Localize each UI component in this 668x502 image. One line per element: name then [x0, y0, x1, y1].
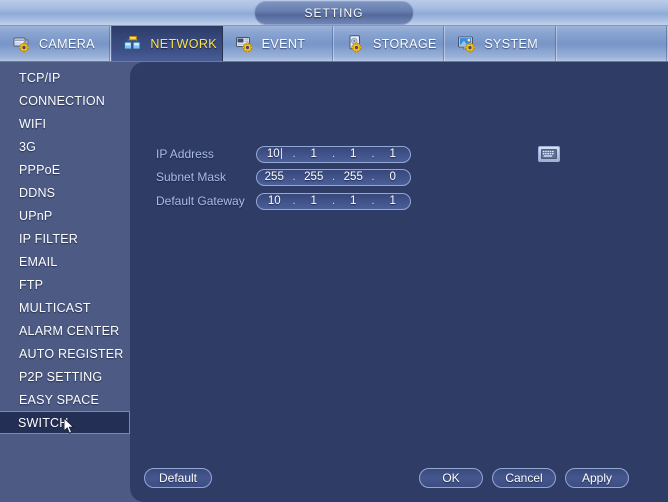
network-sidebar[interactable]: TCP/IP CONNECTION WIFI 3G PPPoE DDNS UPn… [0, 62, 130, 502]
tab-label-storage: STORAGE [372, 36, 437, 51]
tab-network[interactable]: NETWORK [111, 26, 223, 61]
keyboard-glyph [541, 149, 557, 159]
gateway-octet-1[interactable]: 10 [257, 195, 292, 207]
sidebar-item-multicast[interactable]: MULTICAST [0, 296, 130, 319]
label-subnet-mask: Subnet Mask [156, 170, 227, 184]
sidebar-item-label: MULTICAST [19, 300, 91, 315]
sidebar-item-ftp[interactable]: FTP [0, 273, 130, 296]
sidebar-item-upnp[interactable]: UPnP [0, 204, 130, 227]
gateway-octet-4[interactable]: 1 [376, 195, 411, 207]
subnet-octet-2[interactable]: 255 [297, 171, 332, 183]
tab-camera[interactable]: CAMERA [0, 26, 112, 61]
tab-system[interactable]: SYSTEM [445, 26, 557, 61]
tab-label-network: NETWORK [150, 36, 218, 51]
tab-storage[interactable]: STORAGE [334, 26, 446, 61]
sidebar-item-label: EASY SPACE [19, 392, 100, 407]
label-default-gateway: Default Gateway [156, 194, 245, 208]
sidebar-item-3g[interactable]: 3G [0, 135, 130, 158]
sidebar-item-easy-space[interactable]: EASY SPACE [0, 388, 130, 411]
sidebar-item-alarm-center[interactable]: ALARM CENTER [0, 319, 130, 342]
sidebar-item-label: P2P SETTING [19, 369, 103, 384]
ip-octet-1[interactable]: 10 [257, 148, 292, 160]
system-gear-icon [457, 34, 477, 54]
sidebar-item-label: DDNS [19, 185, 56, 200]
sidebar-item-label: UPnP [19, 208, 53, 223]
row-ip-address: IP Address 10 . 1 . 1 . 1 [156, 145, 411, 163]
sidebar-item-tcpip[interactable]: TCP/IP [0, 66, 130, 89]
sidebar-item-label: TCP/IP [19, 70, 61, 85]
sidebar-item-wifi[interactable]: WIFI [0, 112, 130, 135]
main-tab-bar[interactable]: CAMERA NETWORK EVENT STORAGE SYSTEM [0, 26, 668, 62]
sidebar-item-label: 3G [19, 139, 37, 154]
window-title: SETTING [254, 1, 414, 25]
default-gateway-input[interactable]: 10 . 1 . 1 . 1 [256, 192, 411, 210]
sidebar-item-ddns[interactable]: DDNS [0, 181, 130, 204]
ip-octet-4[interactable]: 1 [376, 148, 411, 160]
event-gear-icon [235, 34, 255, 54]
tab-label-system: SYSTEM [484, 36, 539, 51]
default-button[interactable]: Default [144, 468, 212, 488]
sidebar-item-label: CONNECTION [19, 93, 106, 108]
gateway-octet-3[interactable]: 1 [336, 195, 371, 207]
body-area: TCP/IP CONNECTION WIFI 3G PPPoE DDNS UPn… [0, 62, 668, 502]
sidebar-item-label: FTP [19, 277, 44, 292]
row-default-gateway: Default Gateway 10 . 1 . 1 . 1 [156, 192, 411, 210]
sidebar-item-email[interactable]: EMAIL [0, 250, 130, 273]
row-subnet-mask: Subnet Mask 255 . 255 . 255 . 0 [156, 168, 411, 186]
tab-empty-slot [557, 26, 668, 61]
sidebar-item-auto-register[interactable]: AUTO REGISTER [0, 342, 130, 365]
subnet-octet-4[interactable]: 0 [376, 171, 411, 183]
sidebar-item-label: ALARM CENTER [19, 323, 120, 338]
subnet-octet-3[interactable]: 255 [336, 171, 371, 183]
subnet-mask-input[interactable]: 255 . 255 . 255 . 0 [256, 168, 411, 186]
sidebar-item-pppoe[interactable]: PPPoE [0, 158, 130, 181]
sidebar-item-p2p-setting[interactable]: P2P SETTING [0, 365, 130, 388]
network-gear-icon [123, 34, 143, 54]
sidebar-item-label: EMAIL [19, 254, 58, 269]
switch-settings-panel: IP Address 10 . 1 . 1 . 1 Subnet Mask 25… [130, 62, 668, 502]
sidebar-item-label: IP FILTER [19, 231, 78, 246]
storage-gear-icon [346, 34, 366, 54]
sidebar-item-label: SWITCH [18, 415, 69, 430]
subnet-octet-1[interactable]: 255 [257, 171, 292, 183]
ip-octet-1-value: 10 [266, 148, 280, 160]
sidebar-item-connection[interactable]: CONNECTION [0, 89, 130, 112]
apply-button[interactable]: Apply [565, 468, 629, 488]
sidebar-item-label: AUTO REGISTER [19, 346, 124, 361]
ip-octet-3[interactable]: 1 [336, 148, 371, 160]
title-bar: SETTING [0, 0, 668, 26]
keyboard-icon[interactable] [538, 146, 560, 162]
sidebar-item-label: WIFI [19, 116, 47, 131]
cancel-button[interactable]: Cancel [492, 468, 556, 488]
tab-label-event: EVENT [261, 36, 306, 51]
sidebar-item-switch[interactable]: SWITCH [0, 411, 130, 434]
ok-button[interactable]: OK [419, 468, 483, 488]
gateway-octet-2[interactable]: 1 [297, 195, 332, 207]
text-caret [280, 148, 282, 159]
ip-octet-2[interactable]: 1 [297, 148, 332, 160]
sidebar-item-ip-filter[interactable]: IP FILTER [0, 227, 130, 250]
camera-gear-icon [12, 34, 32, 54]
setting-window: SETTING CAMERA NETWORK EVENT STORAGE SYS… [0, 0, 668, 502]
tab-label-camera: CAMERA [39, 36, 95, 51]
sidebar-item-label: PPPoE [19, 162, 61, 177]
ip-address-input[interactable]: 10 . 1 . 1 . 1 [256, 145, 411, 163]
label-ip-address: IP Address [156, 147, 214, 161]
tab-event[interactable]: EVENT [223, 26, 334, 61]
